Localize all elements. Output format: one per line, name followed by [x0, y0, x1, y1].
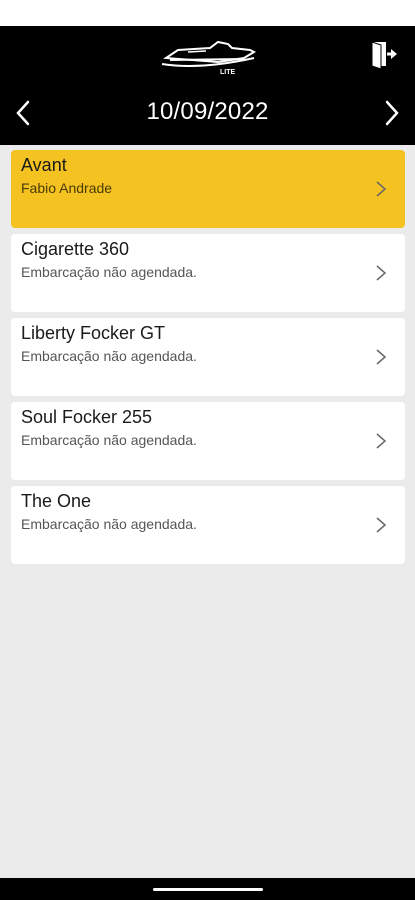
boat-name: Avant [21, 155, 67, 175]
system-nav-bar [0, 878, 415, 900]
chevron-right-icon [376, 181, 387, 197]
chevron-right-icon [376, 265, 387, 281]
boat-card[interactable]: Soul Focker 255 Embarcação não agendada. [11, 402, 405, 480]
boat-status: Embarcação não agendada. [21, 516, 197, 532]
boat-status: Embarcação não agendada. [21, 264, 197, 280]
boat-name: The One [21, 491, 92, 511]
status-bar [0, 0, 415, 26]
boat-card[interactable]: The One Embarcação não agendada. [11, 486, 405, 564]
boat-list: Avant Fabio Andrade Cigarette 360 Embarc… [11, 150, 405, 570]
boat-name: Soul Focker 255 [21, 407, 153, 427]
boat-card[interactable]: Liberty Focker GT Embarcação não agendad… [11, 318, 405, 396]
boat-card[interactable]: Avant Fabio Andrade [11, 150, 405, 228]
date-navigator: 10/09/2022 [0, 80, 415, 145]
chevron-right-icon [376, 349, 387, 365]
speedboat-logo: LITE [161, 40, 257, 76]
selected-date: 10/09/2022 [146, 98, 269, 125]
boat-name: Liberty Focker GT [21, 323, 166, 343]
chevron-right-icon[interactable] [375, 98, 405, 128]
boat-status: Embarcação não agendada. [21, 432, 197, 448]
home-indicator[interactable] [153, 888, 263, 891]
boat-status: Embarcação não agendada. [21, 348, 197, 364]
chevron-right-icon [376, 517, 387, 533]
logo-text: LITE [220, 69, 235, 76]
boat-card[interactable]: Cigarette 360 Embarcação não agendada. [11, 234, 405, 312]
boat-name: Cigarette 360 [21, 239, 130, 259]
boat-status: Fabio Andrade [21, 180, 113, 196]
app-header: LITE [0, 26, 415, 80]
logout-icon[interactable] [369, 38, 401, 70]
chevron-right-icon [376, 433, 387, 449]
